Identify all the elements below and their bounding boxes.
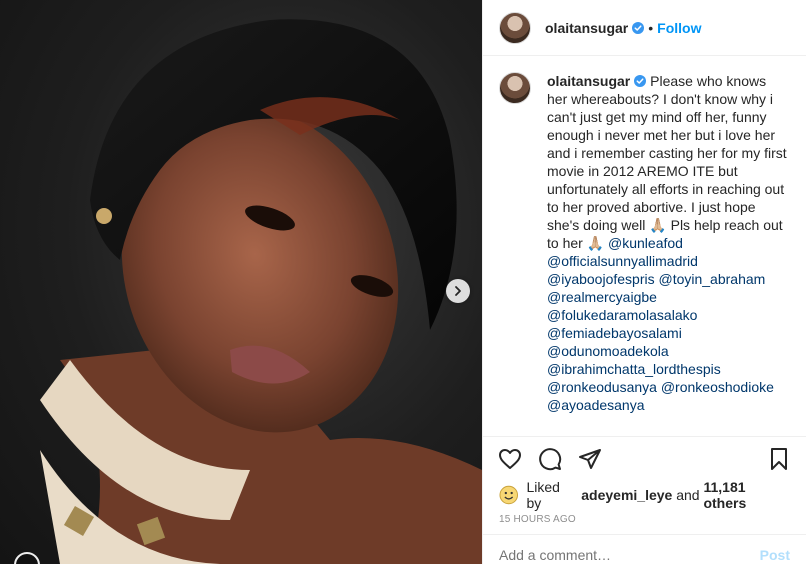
verified-badge-icon bbox=[634, 75, 647, 87]
comment-button[interactable] bbox=[537, 446, 563, 472]
post-header: olaitansugar • Follow bbox=[483, 0, 806, 56]
caption-username[interactable]: olaitansugar bbox=[547, 73, 630, 89]
header-separator: • bbox=[648, 19, 654, 36]
liker-avatar-icon bbox=[499, 485, 519, 505]
likes-middle: and bbox=[676, 487, 700, 503]
caption-tag[interactable]: @odunomoadekola bbox=[547, 342, 789, 360]
caption-tag[interactable]: @officialsunnyallimadrid bbox=[547, 252, 789, 270]
add-comment-bar: Post bbox=[483, 534, 806, 564]
post-photo[interactable] bbox=[0, 0, 482, 564]
post-actions bbox=[483, 436, 806, 480]
caption-tag[interactable]: @ronkeodusanya @ronkeoshodioke bbox=[547, 378, 789, 396]
portrait-image bbox=[40, 19, 482, 564]
caption-tag[interactable]: @folukedaramolasalako bbox=[547, 306, 789, 324]
bookmark-icon bbox=[771, 447, 787, 470]
post-comment-button[interactable]: Post bbox=[760, 547, 790, 563]
follow-button[interactable]: Follow bbox=[657, 20, 701, 36]
verified-badge-icon bbox=[632, 21, 645, 34]
liker-username[interactable]: adeyemi_leye bbox=[581, 487, 672, 503]
caption-tag[interactable]: @ibrahimchatta_lordthespis bbox=[547, 360, 789, 378]
header-username[interactable]: olaitansugar bbox=[545, 20, 628, 36]
share-button[interactable] bbox=[577, 446, 603, 472]
chevron-right-icon bbox=[455, 286, 461, 296]
likes-summary: Liked by adeyemi_leye and 11,181 others bbox=[483, 479, 806, 511]
next-photo-button[interactable] bbox=[446, 279, 470, 303]
likes-prefix: Liked by bbox=[526, 479, 560, 511]
comment-bubble-icon bbox=[539, 447, 562, 470]
caption-tag[interactable]: @ayoadesanya bbox=[547, 396, 789, 414]
avatar[interactable] bbox=[499, 11, 531, 44]
comments-section: olaitansugar Please who knows her wherea… bbox=[483, 56, 806, 436]
avatar[interactable] bbox=[499, 72, 531, 104]
caption-tag[interactable]: @kunleafod bbox=[608, 235, 683, 251]
caption-tag[interactable]: @femiadebayosalami bbox=[547, 324, 789, 342]
caption-body: Please who knows her whereabouts? I don'… bbox=[547, 73, 787, 251]
caption-tag[interactable]: @iyaboojofespris @toyin_abraham bbox=[547, 270, 789, 288]
caption: olaitansugar Please who knows her wherea… bbox=[499, 72, 790, 414]
paper-plane-icon bbox=[579, 448, 601, 469]
caption-tag[interactable]: @realmercyaigbe bbox=[547, 288, 789, 306]
comment-input[interactable] bbox=[499, 547, 760, 563]
caption-text: olaitansugar Please who knows her wherea… bbox=[547, 72, 789, 414]
heart-icon bbox=[499, 448, 521, 469]
instagram-post: olaitansugar • Follow olaitansugar Pleas… bbox=[0, 0, 806, 564]
post-timestamp[interactable]: 15 HOURS AGO bbox=[483, 508, 806, 534]
like-button[interactable] bbox=[497, 446, 523, 472]
likes-count[interactable]: 11,181 others bbox=[703, 479, 790, 511]
post-side-panel: olaitansugar • Follow olaitansugar Pleas… bbox=[482, 0, 806, 564]
save-button[interactable] bbox=[766, 446, 792, 472]
